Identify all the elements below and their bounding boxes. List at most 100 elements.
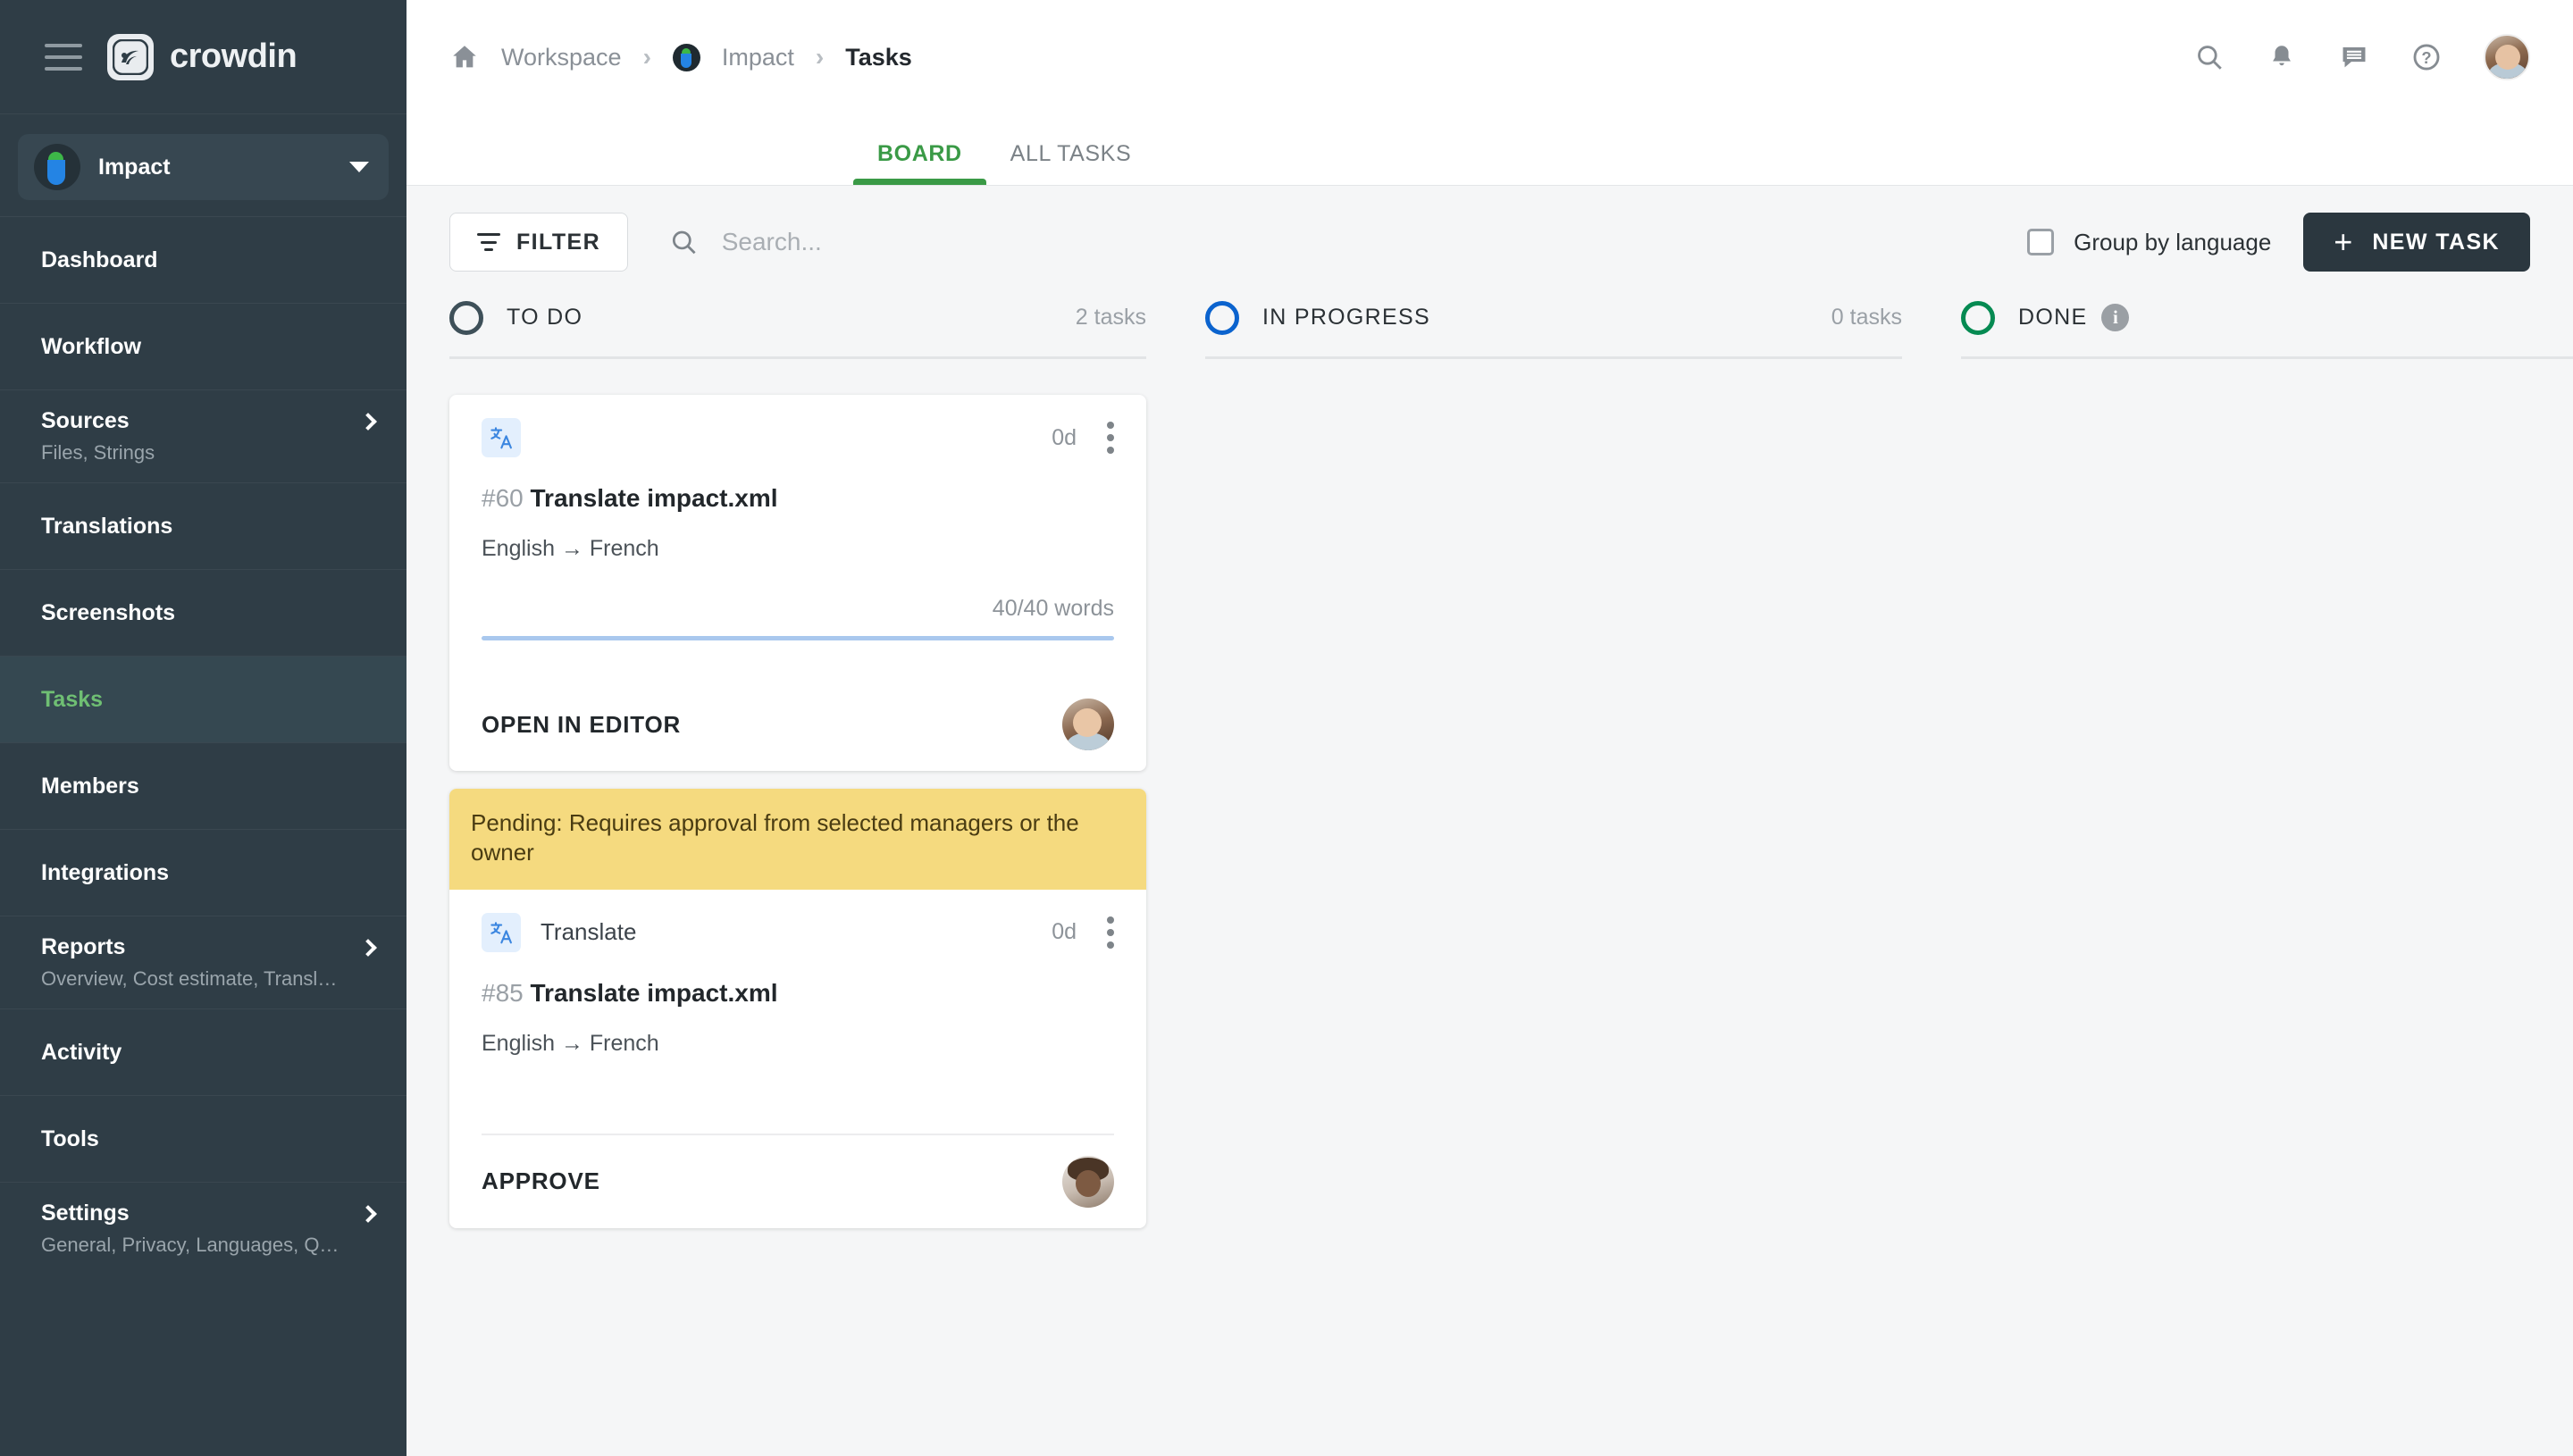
- task-title: #60 Translate impact.xml: [482, 484, 1114, 513]
- sidebar-item-label: Members: [41, 773, 139, 799]
- info-icon[interactable]: i: [2101, 304, 2130, 331]
- project-selector[interactable]: Impact: [18, 134, 389, 200]
- main-content: Workspace › Impact › Tasks ? BOARD ALL T…: [406, 0, 2573, 1456]
- column-header: DONE i 0 tasks: [1961, 298, 2573, 359]
- help-icon[interactable]: ?: [2411, 42, 2442, 72]
- new-task-button-label: NEW TASK: [2372, 229, 2500, 255]
- sidebar-item-label: Integrations: [41, 859, 170, 885]
- search-icon[interactable]: [2194, 42, 2225, 72]
- task-name: Translate impact.xml: [530, 484, 778, 512]
- sidebar-item-label: Workflow: [41, 333, 142, 359]
- more-options-icon[interactable]: [1107, 916, 1114, 949]
- hamburger-menu-icon[interactable]: [45, 43, 82, 71]
- tab-board[interactable]: BOARD: [853, 141, 986, 185]
- sidebar-item-tasks[interactable]: Tasks: [0, 656, 406, 742]
- status-ring-icon: [1961, 300, 1995, 335]
- translate-icon: [482, 912, 521, 952]
- sidebar-item-label: Screenshots: [41, 599, 176, 625]
- sidebar-item-settings[interactable]: Settings General, Privacy, Languages, Q…: [0, 1182, 406, 1275]
- open-in-editor-button[interactable]: OPEN IN EDITOR: [482, 711, 681, 739]
- sidebar-item-reports[interactable]: Reports Overview, Cost estimate, Transl…: [0, 916, 406, 1008]
- messages-icon[interactable]: [2339, 42, 2369, 72]
- assignee-avatar[interactable]: [1062, 699, 1114, 750]
- new-task-button[interactable]: + NEW TASK: [2303, 213, 2530, 272]
- sidebar-item-label: Reports: [41, 934, 126, 959]
- board-column-done: DONE i 0 tasks: [1961, 298, 2573, 1456]
- column-task-count: 2 tasks: [1075, 305, 1146, 330]
- notifications-bell-icon[interactable]: [2267, 42, 2297, 72]
- breadcrumb-workspace[interactable]: Workspace: [501, 44, 622, 71]
- sidebar-item-tools[interactable]: Tools: [0, 1095, 406, 1182]
- more-options-icon[interactable]: [1107, 422, 1114, 454]
- task-languages: English → French: [482, 1030, 659, 1056]
- sidebar: crowdin Impact Dashboard Workflow Source…: [0, 0, 406, 1456]
- search-icon[interactable]: [669, 227, 699, 257]
- column-cards: [1205, 359, 1902, 395]
- approve-button[interactable]: APPROVE: [482, 1167, 600, 1195]
- filter-button[interactable]: FILTER: [449, 213, 629, 272]
- project-name: Impact: [98, 154, 171, 180]
- column-task-count: 0 tasks: [1831, 305, 1902, 330]
- status-ring-icon: [449, 300, 483, 335]
- column-title: IN PROGRESS: [1262, 305, 1430, 330]
- task-card-footer: OPEN IN EDITOR: [449, 678, 1146, 771]
- task-card-footer: APPROVE: [449, 1135, 1146, 1228]
- sidebar-item-screenshots[interactable]: Screenshots: [0, 569, 406, 656]
- group-by-language-checkbox[interactable]: [2027, 229, 2055, 255]
- group-by-language-toggle[interactable]: Group by language: [2027, 229, 2271, 256]
- sidebar-header: crowdin: [0, 0, 406, 114]
- home-icon[interactable]: [449, 42, 480, 72]
- search-input[interactable]: [721, 228, 2028, 256]
- column-cards: [1961, 359, 2573, 395]
- sidebar-item-activity[interactable]: Activity: [0, 1008, 406, 1095]
- assignee-avatar[interactable]: [1062, 1155, 1114, 1208]
- sidebar-item-label: Sources: [41, 408, 130, 433]
- sidebar-item-sources[interactable]: Sources Files, Strings: [0, 389, 406, 482]
- sidebar-item-label: Dashboard: [41, 247, 158, 272]
- crowdin-logo-icon: [107, 33, 154, 80]
- chevron-right-icon: [359, 1204, 377, 1223]
- user-avatar[interactable]: [2484, 34, 2530, 80]
- sidebar-item-workflow[interactable]: Workflow: [0, 303, 406, 389]
- task-days-badge: 0d: [1052, 919, 1077, 945]
- task-number: #85: [482, 978, 524, 1007]
- board-column-todo: TO DO 2 tasks 0d #60 Translate impact.xm…: [449, 298, 1146, 1456]
- sidebar-item-label: Tasks: [41, 686, 104, 712]
- plus-icon: +: [2334, 223, 2353, 260]
- sidebar-item-members[interactable]: Members: [0, 742, 406, 829]
- breadcrumb-impact[interactable]: Impact: [722, 44, 794, 71]
- status-ring-icon: [1205, 300, 1239, 335]
- group-by-language-label: Group by language: [2074, 228, 2272, 255]
- sidebar-item-dashboard[interactable]: Dashboard: [0, 216, 406, 303]
- column-header: TO DO 2 tasks: [449, 298, 1146, 359]
- sidebar-item-label: Activity: [41, 1039, 122, 1065]
- task-title: #85 Translate impact.xml: [482, 979, 1114, 1008]
- breadcrumb: Workspace › Impact › Tasks: [449, 42, 2194, 72]
- breadcrumb-separator-icon: ›: [815, 43, 825, 71]
- sidebar-item-translations[interactable]: Translations: [0, 482, 406, 569]
- board-column-in-progress: IN PROGRESS 0 tasks: [1205, 298, 1902, 1456]
- sidebar-item-label: Tools: [41, 1125, 99, 1151]
- task-board: TO DO 2 tasks 0d #60 Translate impact.xm…: [406, 298, 2573, 1456]
- sidebar-item-subtitle: Files, Strings: [41, 441, 155, 464]
- task-type-label: Translate: [541, 918, 637, 946]
- chevron-right-icon: [359, 938, 377, 957]
- task-days-badge: 0d: [1052, 424, 1077, 450]
- task-word-count: 40/40 words: [992, 596, 1114, 621]
- tab-all-tasks[interactable]: ALL TASKS: [986, 141, 1156, 185]
- sidebar-item-integrations[interactable]: Integrations: [0, 829, 406, 916]
- project-avatar-icon: [34, 144, 80, 190]
- top-bar: Workspace › Impact › Tasks ?: [406, 0, 2573, 114]
- column-title: TO DO: [507, 305, 583, 330]
- task-card[interactable]: 0d #60 Translate impact.xml English → Fr…: [449, 395, 1146, 771]
- project-icon: [672, 43, 700, 71]
- chevron-down-icon[interactable]: [349, 162, 369, 172]
- filter-icon: [477, 233, 500, 251]
- crowdin-brand[interactable]: crowdin: [107, 33, 298, 80]
- task-card[interactable]: Pending: Requires approval from selected…: [449, 789, 1146, 1228]
- pending-approval-banner: Pending: Requires approval from selected…: [449, 789, 1146, 890]
- search-area: [669, 227, 2028, 257]
- column-title: DONE: [2018, 305, 2088, 330]
- brand-name: crowdin: [170, 38, 298, 75]
- task-languages: English → French: [482, 536, 659, 561]
